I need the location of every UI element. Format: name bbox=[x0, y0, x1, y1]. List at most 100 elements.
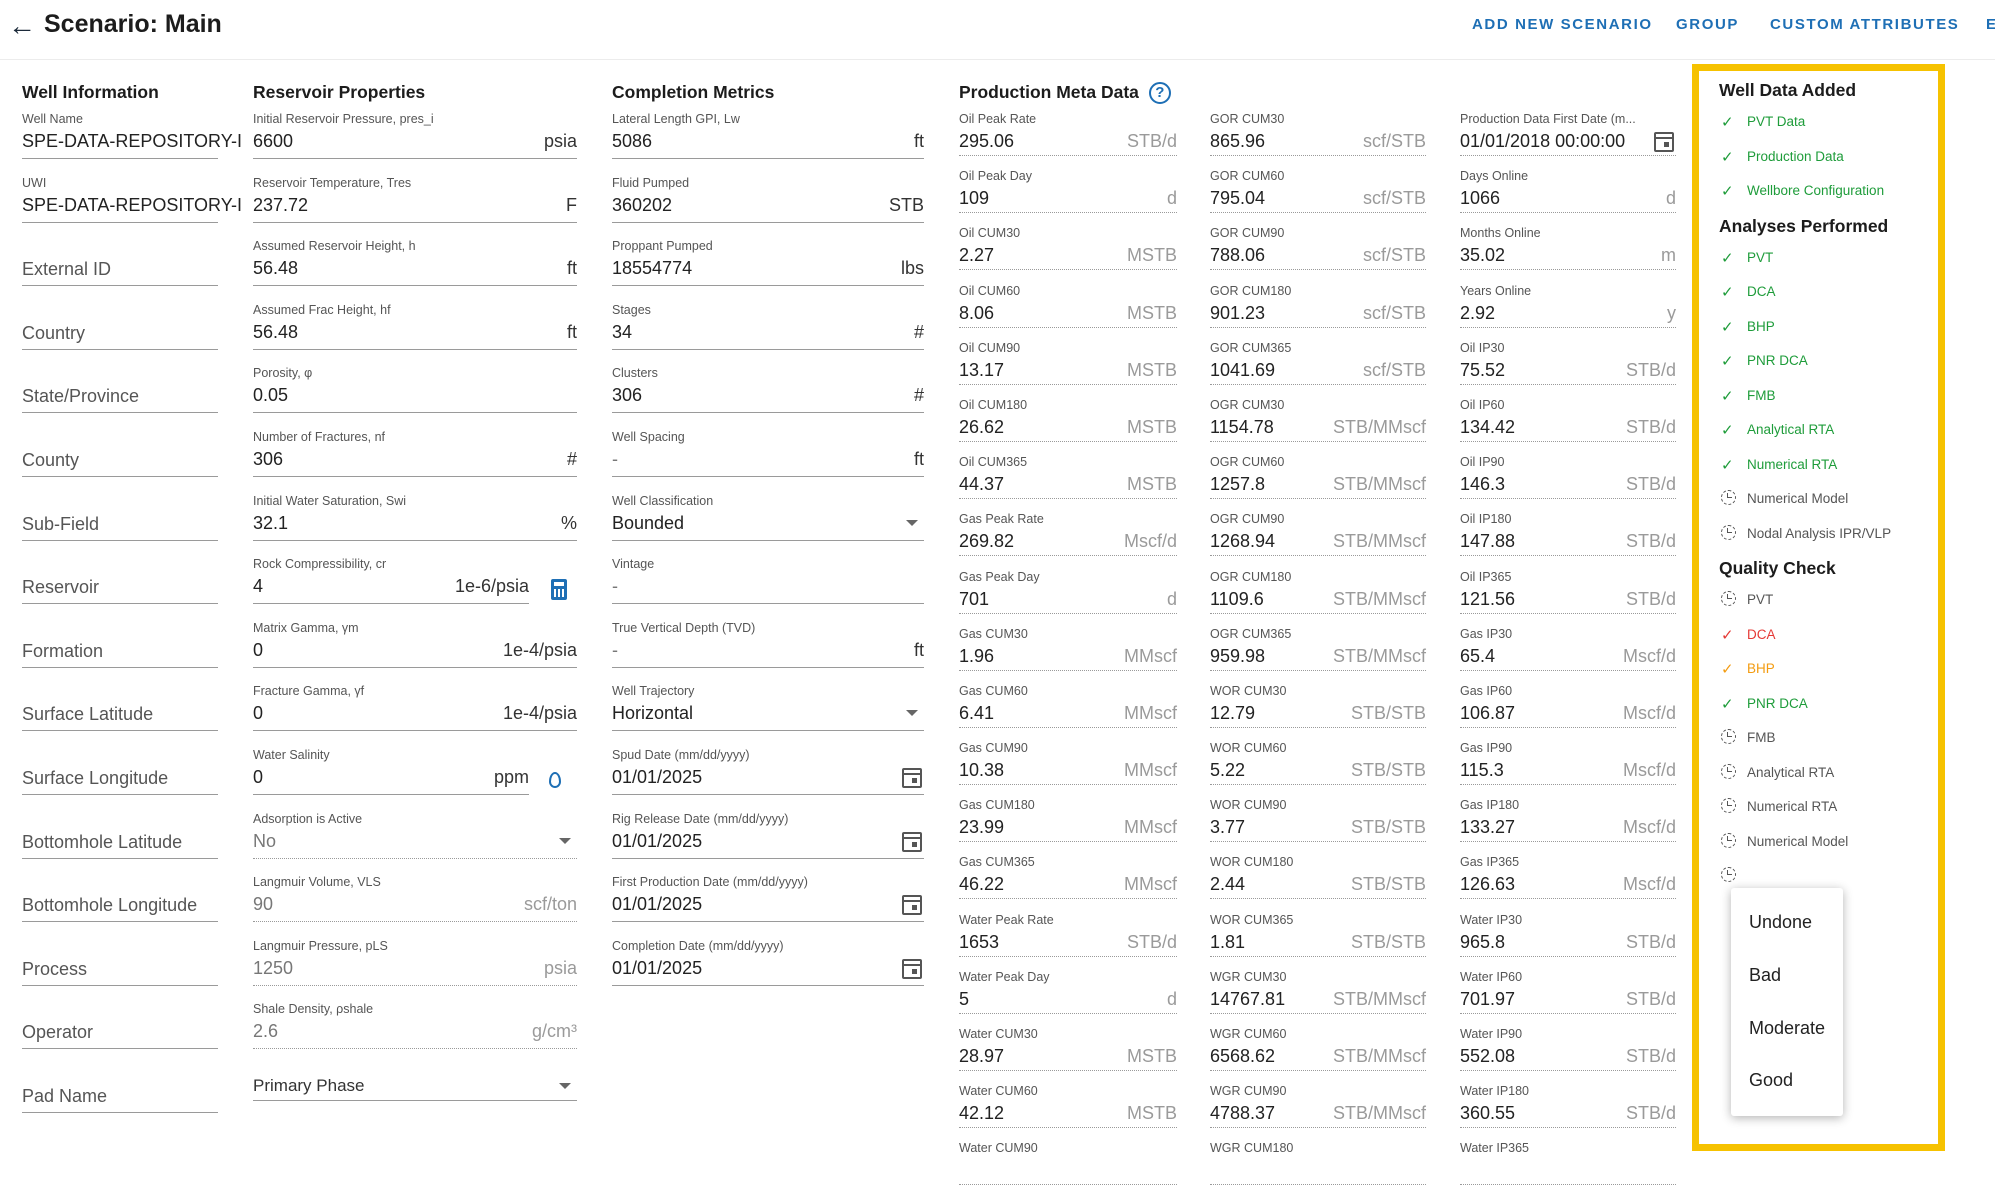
field-proppant-pumped[interactable]: Proppant Pumped 18554774 lbs bbox=[612, 231, 924, 295]
field-well-spacing[interactable]: Well Spacing - ft bbox=[612, 422, 924, 486]
field-langmuir-pressure-pls[interactable]: Langmuir Pressure, pLS 1250 psia bbox=[253, 931, 577, 995]
status-item-pvt[interactable]: ✓ PVT bbox=[1719, 239, 1938, 274]
field-oil-peak-day[interactable]: Oil Peak Day 109 d bbox=[959, 161, 1177, 218]
field-water-cum30[interactable]: Water CUM30 28.97 MSTB bbox=[959, 1019, 1177, 1076]
status-item-numerical-model[interactable]: Numerical Model bbox=[1719, 823, 1938, 858]
truncated-nav-button[interactable]: E bbox=[1986, 16, 1995, 33]
field-gas-ip90[interactable]: Gas IP90 115.3 Mscf/d bbox=[1460, 733, 1676, 790]
field-gas-cum60[interactable]: Gas CUM60 6.41 MMscf bbox=[959, 676, 1177, 733]
field-reservoir[interactable]: Reservoir bbox=[22, 549, 218, 613]
field-oil-ip180[interactable]: Oil IP180 147.88 STB/d bbox=[1460, 504, 1676, 561]
field-first-production-date-mm-dd-yyyy[interactable]: First Production Date (mm/dd/yyyy) 01/01/… bbox=[612, 867, 924, 931]
menu-item-undone[interactable]: Undone bbox=[1749, 912, 1812, 933]
field-number-of-fractures-nf[interactable]: Number of Fractures, nf 306 # bbox=[253, 422, 577, 486]
field-well-name[interactable]: Well Name SPE-DATA-REPOSITORY-I bbox=[22, 104, 242, 168]
field-water-ip180[interactable]: Water IP180 360.55 STB/d bbox=[1460, 1076, 1676, 1133]
calendar-icon[interactable] bbox=[902, 767, 922, 788]
status-item-numerical-rta[interactable]: ✓ Numerical RTA bbox=[1719, 446, 1938, 481]
status-item-numerical-model[interactable]: Numerical Model bbox=[1719, 480, 1938, 515]
calendar-icon[interactable] bbox=[902, 895, 922, 916]
status-item-fmb[interactable]: ✓ FMB bbox=[1719, 377, 1938, 412]
field-days-online[interactable]: Days Online 1066 d bbox=[1460, 161, 1676, 218]
status-item-bhp[interactable]: ✓ BHP bbox=[1719, 308, 1938, 343]
add-new-scenario-button[interactable]: ADD NEW SCENARIO bbox=[1472, 16, 1653, 33]
primary-phase-select[interactable]: Primary Phase bbox=[253, 1070, 577, 1102]
field-gas-ip60[interactable]: Gas IP60 106.87 Mscf/d bbox=[1460, 676, 1676, 733]
field-oil-peak-rate[interactable]: Oil Peak Rate 295.06 STB/d bbox=[959, 104, 1177, 161]
field-oil-ip90[interactable]: Oil IP90 146.3 STB/d bbox=[1460, 447, 1676, 504]
field-production-data-first-date-m[interactable]: Production Data First Date (m... 01/01/20… bbox=[1460, 104, 1676, 161]
calendar-icon[interactable] bbox=[902, 831, 922, 852]
field-ogr-cum365[interactable]: OGR CUM365 959.98 STB/MMscf bbox=[1210, 619, 1426, 676]
status-item-bhp[interactable]: ✓ BHP bbox=[1719, 650, 1938, 685]
field-gor-cum365[interactable]: GOR CUM365 1041.69 scf/STB bbox=[1210, 333, 1426, 390]
field-completion-date-mm-dd-yyyy[interactable]: Completion Date (mm/dd/yyyy) 01/01/2025 bbox=[612, 931, 924, 995]
field-surface-latitude[interactable]: Surface Latitude bbox=[22, 676, 218, 740]
field-gor-cum30[interactable]: GOR CUM30 865.96 scf/STB bbox=[1210, 104, 1426, 161]
menu-item-moderate[interactable]: Moderate bbox=[1749, 1018, 1825, 1039]
field-rock-compressibility-cr[interactable]: Rock Compressibility, cr 4 1e-6/psia bbox=[253, 549, 577, 613]
field-wor-cum365[interactable]: WOR CUM365 1.81 STB/STB bbox=[1210, 905, 1426, 962]
field-uwi[interactable]: UWI SPE-DATA-REPOSITORY-I bbox=[22, 168, 242, 232]
field-wgr-cum30[interactable]: WGR CUM30 14767.81 STB/MMscf bbox=[1210, 962, 1426, 1019]
field-gas-ip180[interactable]: Gas IP180 133.27 Mscf/d bbox=[1460, 790, 1676, 847]
field-vintage[interactable]: Vintage - bbox=[612, 549, 924, 613]
field-rig-release-date-mm-dd-yyyy[interactable]: Rig Release Date (mm/dd/yyyy) 01/01/2025 bbox=[612, 804, 924, 868]
status-item-pvt[interactable]: PVT bbox=[1719, 581, 1938, 616]
field-bottomhole-latitude[interactable]: Bottomhole Latitude bbox=[22, 804, 218, 868]
field-oil-cum30[interactable]: Oil CUM30 2.27 MSTB bbox=[959, 218, 1177, 275]
field-oil-cum180[interactable]: Oil CUM180 26.62 MSTB bbox=[959, 390, 1177, 447]
field-matrix-gamma-m[interactable]: Matrix Gamma, γm 0 1e-4/psia bbox=[253, 613, 577, 677]
field-oil-ip365[interactable]: Oil IP365 121.56 STB/d bbox=[1460, 562, 1676, 619]
field-gas-peak-rate[interactable]: Gas Peak Rate 269.82 Mscf/d bbox=[959, 504, 1177, 561]
field-ogr-cum90[interactable]: OGR CUM90 1268.94 STB/MMscf bbox=[1210, 504, 1426, 561]
field-water-ip90[interactable]: Water IP90 552.08 STB/d bbox=[1460, 1019, 1676, 1076]
field-pad-name[interactable]: Pad Name bbox=[22, 1058, 218, 1122]
status-item-dca[interactable]: ✓ DCA bbox=[1719, 273, 1938, 308]
field-wgr-cum90[interactable]: WGR CUM90 4788.37 STB/MMscf bbox=[1210, 1076, 1426, 1133]
field-gas-cum90[interactable]: Gas CUM90 10.38 MMscf bbox=[959, 733, 1177, 790]
group-button[interactable]: GROUP bbox=[1676, 16, 1739, 33]
field-wor-cum30[interactable]: WOR CUM30 12.79 STB/STB bbox=[1210, 676, 1426, 733]
status-item-analytical-rta[interactable]: Analytical RTA bbox=[1719, 754, 1938, 789]
field-months-online[interactable]: Months Online 35.02 m bbox=[1460, 218, 1676, 275]
field-gor-cum90[interactable]: GOR CUM90 788.06 scf/STB bbox=[1210, 218, 1426, 275]
menu-item-good[interactable]: Good bbox=[1749, 1070, 1793, 1091]
field-well-classification[interactable]: Well Classification Bounded bbox=[612, 486, 924, 550]
field-water-peak-day[interactable]: Water Peak Day 5 d bbox=[959, 962, 1177, 1019]
field-spud-date-mm-dd-yyyy[interactable]: Spud Date (mm/dd/yyyy) 01/01/2025 bbox=[612, 740, 924, 804]
field-water-ip365[interactable]: Water IP365 bbox=[1460, 1133, 1676, 1190]
field-assumed-frac-height-hf[interactable]: Assumed Frac Height, hf 56.48 ft bbox=[253, 295, 577, 359]
status-item-numerical-rta[interactable]: Numerical RTA bbox=[1719, 788, 1938, 823]
menu-item-bad[interactable]: Bad bbox=[1749, 965, 1781, 986]
field-formation[interactable]: Formation bbox=[22, 613, 218, 677]
field-reservoir-temperature-tres[interactable]: Reservoir Temperature, Tres 237.72 F bbox=[253, 168, 577, 232]
field-sub-field[interactable]: Sub-Field bbox=[22, 486, 218, 550]
field-state-province[interactable]: State/Province bbox=[22, 358, 218, 422]
field-gas-peak-day[interactable]: Gas Peak Day 701 d bbox=[959, 562, 1177, 619]
water-drop-icon[interactable] bbox=[549, 771, 561, 788]
field-years-online[interactable]: Years Online 2.92 y bbox=[1460, 276, 1676, 333]
field-water-cum60[interactable]: Water CUM60 42.12 MSTB bbox=[959, 1076, 1177, 1133]
field-wgr-cum180[interactable]: WGR CUM180 bbox=[1210, 1133, 1426, 1190]
field-ogr-cum30[interactable]: OGR CUM30 1154.78 STB/MMscf bbox=[1210, 390, 1426, 447]
field-initial-water-saturation-swi[interactable]: Initial Water Saturation, Swi 32.1% bbox=[253, 486, 577, 550]
field-gas-cum30[interactable]: Gas CUM30 1.96 MMscf bbox=[959, 619, 1177, 676]
field-porosity[interactable]: Porosity, φ 0.05 bbox=[253, 358, 577, 422]
field-water-cum90[interactable]: Water CUM90 bbox=[959, 1133, 1177, 1190]
field-initial-reservoir-pressure-pres-i[interactable]: Initial Reservoir Pressure, pres_i 6600 ps… bbox=[253, 104, 577, 168]
custom-attributes-button[interactable]: CUSTOM ATTRIBUTES bbox=[1770, 16, 1959, 33]
field-gas-ip30[interactable]: Gas IP30 65.4 Mscf/d bbox=[1460, 619, 1676, 676]
field-wor-cum90[interactable]: WOR CUM90 3.77 STB/STB bbox=[1210, 790, 1426, 847]
field-ogr-cum60[interactable]: OGR CUM60 1257.8 STB/MMscf bbox=[1210, 447, 1426, 504]
back-arrow-icon[interactable]: ← bbox=[8, 10, 36, 42]
field-oil-ip60[interactable]: Oil IP60 134.42 STB/d bbox=[1460, 390, 1676, 447]
field-water-ip60[interactable]: Water IP60 701.97 STB/d bbox=[1460, 962, 1676, 1019]
field-wgr-cum60[interactable]: WGR CUM60 6568.62 STB/MMscf bbox=[1210, 1019, 1426, 1076]
field-external-id[interactable]: External ID bbox=[22, 231, 218, 295]
status-item-pnr-dca[interactable]: ✓ PNR DCA bbox=[1719, 342, 1938, 377]
field-adsorption-is-active[interactable]: Adsorption is Active No bbox=[253, 804, 577, 868]
calendar-icon[interactable] bbox=[1654, 132, 1674, 152]
field-water-ip30[interactable]: Water IP30 965.8 STB/d bbox=[1460, 905, 1676, 962]
field-oil-cum90[interactable]: Oil CUM90 13.17 MSTB bbox=[959, 333, 1177, 390]
